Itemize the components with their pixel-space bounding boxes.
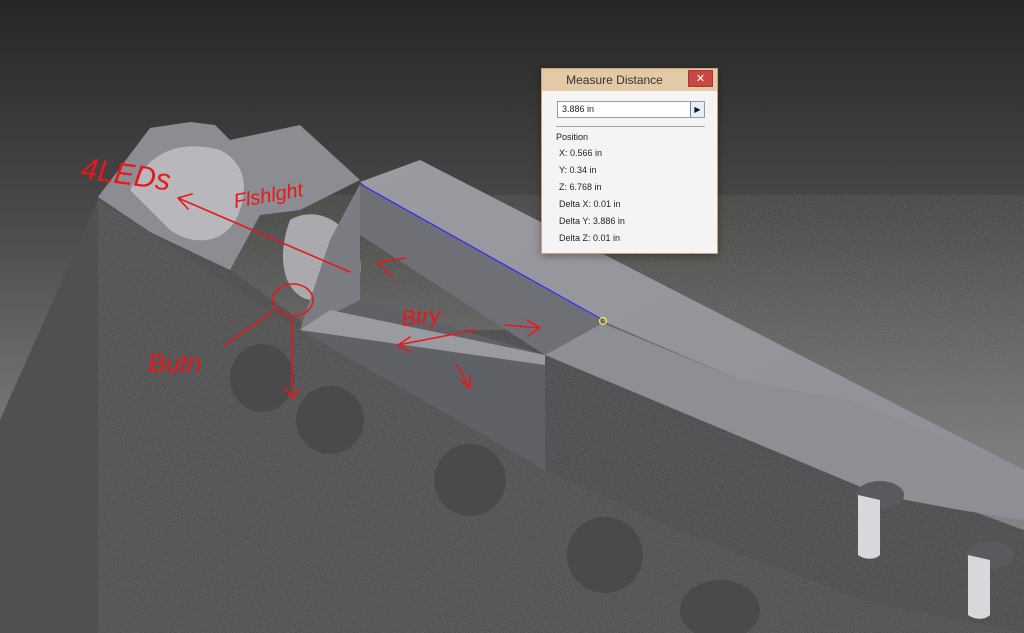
distance-value-field[interactable]: 3.886 in ▶	[557, 101, 705, 118]
bottom-lobe	[296, 386, 364, 454]
bottom-lobe	[567, 517, 643, 593]
play-arrow-icon: ▶	[694, 105, 701, 114]
close-icon: ✕	[695, 73, 706, 85]
mount-hole-cut	[858, 495, 880, 559]
dialog-body: 3.886 in ▶ Position X: 0.566 in Y: 0.34 …	[542, 91, 717, 253]
bottom-lobe	[434, 444, 506, 516]
delta-y: Delta Y: 3.886 in	[559, 216, 625, 226]
bottom-lobe	[230, 344, 294, 412]
close-button[interactable]: ✕	[688, 70, 713, 87]
mount-hole-cut	[968, 555, 990, 619]
position-y: Y: 0.34 in	[559, 165, 597, 175]
dialog-titlebar[interactable]: Measure Distance ✕	[542, 69, 717, 91]
expand-arrow-button[interactable]: ▶	[690, 102, 704, 117]
dialog-divider	[556, 126, 705, 127]
annotation-button: Butn	[148, 348, 202, 378]
cad-viewport[interactable]: 4LEDs Flshlght Butn Btry	[0, 0, 1024, 633]
position-x: X: 0.566 in	[559, 148, 603, 158]
distance-value: 3.886 in	[562, 104, 595, 114]
delta-z: Delta Z: 0.01 in	[559, 233, 621, 243]
measure-distance-dialog[interactable]: Measure Distance ✕ 3.886 in ▶ Position X…	[541, 68, 718, 254]
annotation-battery: Btry	[400, 302, 444, 331]
dialog-title: Measure Distance	[566, 73, 663, 87]
delta-x: Delta X: 0.01 in	[559, 199, 621, 209]
position-z: Z: 6.768 in	[559, 182, 602, 192]
position-heading: Position	[556, 132, 589, 142]
